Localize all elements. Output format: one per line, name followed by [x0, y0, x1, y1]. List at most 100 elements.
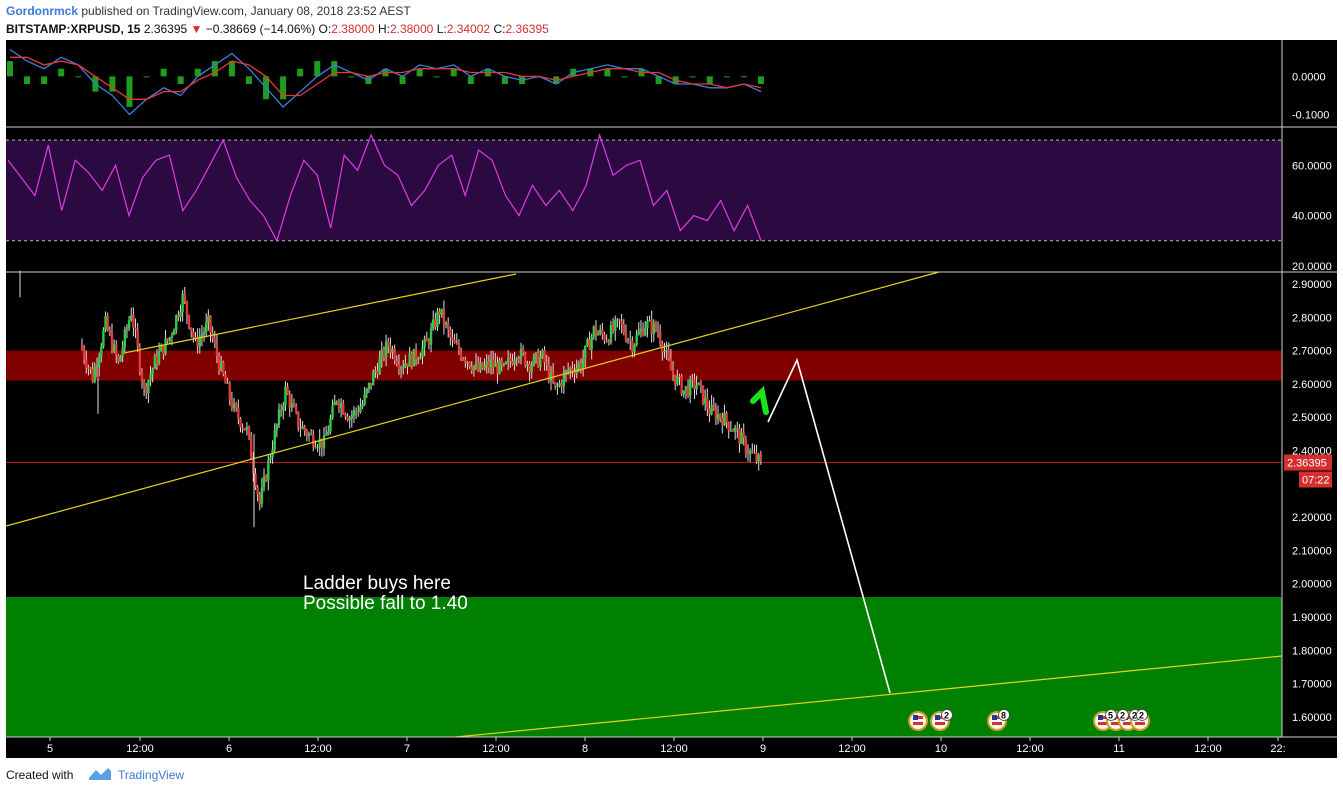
candle-body — [616, 319, 619, 321]
candle-body — [357, 411, 360, 413]
us-flag-stripe — [1135, 722, 1145, 725]
candle-body — [474, 362, 478, 366]
candle-body — [509, 358, 512, 362]
candle-body — [329, 418, 332, 432]
event-count-label: 2 — [1139, 711, 1144, 721]
candle-body — [299, 428, 302, 430]
candle-body — [449, 329, 452, 338]
macd-tick-label: -0.1000 — [1292, 110, 1329, 122]
candle-body — [436, 311, 439, 328]
event-count-label: 5 — [1108, 711, 1113, 721]
time-tick-label: 12:00 — [482, 743, 510, 755]
candle-body — [262, 476, 266, 488]
candle-body — [209, 315, 212, 333]
candle-body — [164, 338, 167, 355]
candle-body — [622, 324, 626, 334]
candle-body — [629, 339, 632, 341]
candle-body — [504, 362, 508, 364]
tradingview-link[interactable]: TradingView — [118, 768, 184, 782]
time-tick-label: 11 — [1113, 743, 1124, 755]
candle-body — [562, 373, 566, 387]
candle-body — [453, 339, 456, 344]
candle-body — [89, 367, 92, 370]
candle-body — [316, 447, 319, 449]
candle-body — [224, 374, 227, 384]
candle-body — [339, 403, 343, 408]
published-text: published on TradingView.com, January 08… — [81, 4, 411, 18]
candle-body — [151, 368, 154, 375]
candle-body — [87, 367, 90, 369]
candle-body — [256, 487, 259, 495]
macd-histogram-bar — [689, 76, 696, 78]
close-label: C: — [493, 22, 506, 36]
candle-body — [100, 346, 103, 357]
time-tick-label: 12:00 — [838, 743, 866, 755]
candle-body — [577, 362, 581, 368]
macd-histogram-bar — [7, 61, 13, 77]
candle-body — [543, 350, 546, 363]
candle-body — [292, 402, 296, 407]
candle-body — [312, 434, 315, 447]
candle-body — [676, 376, 679, 385]
candle-body — [175, 315, 178, 331]
candle-body — [485, 361, 488, 365]
candle-body — [607, 341, 611, 343]
candle-body — [162, 345, 165, 355]
candle-body — [177, 315, 180, 318]
macd-histogram-bar — [75, 76, 82, 78]
candle-body — [446, 322, 450, 330]
candle-body — [466, 362, 469, 364]
macd-histogram-bar — [758, 76, 764, 84]
candle-body — [479, 362, 482, 371]
candle-body — [455, 343, 458, 345]
candle-body — [399, 368, 403, 370]
macd-histogram-bar — [433, 76, 440, 78]
price-tick-label: 2.90000 — [1292, 279, 1332, 291]
candle-body — [464, 359, 467, 363]
candle-body — [393, 349, 396, 361]
candle-body — [290, 402, 294, 408]
chart-canvas[interactable]: Ladder buys herePossible fall to 1.40 2 8 5… — [6, 40, 1337, 758]
candle-body — [421, 347, 424, 358]
candle-body — [656, 330, 660, 332]
candle-body — [680, 376, 683, 395]
last-price-tag-label: 2.36395 — [1287, 458, 1327, 470]
tradingview-logo-icon — [89, 768, 111, 780]
candle-body — [307, 433, 311, 436]
candle-body — [708, 408, 711, 415]
candle-body — [157, 351, 161, 364]
candle-body — [115, 344, 118, 356]
symbol-label: BITSTAMP:XRPUSD, 15 — [6, 22, 141, 36]
candle-body — [215, 343, 219, 356]
candle-body — [230, 399, 234, 409]
candle-body — [753, 452, 756, 454]
rsi-band — [6, 140, 1282, 241]
candle-body — [108, 329, 112, 333]
close-value: 2.36395 — [505, 22, 549, 36]
candle-body — [434, 319, 437, 328]
candle-body — [198, 337, 201, 347]
candle-body — [592, 326, 596, 337]
candle-body — [566, 370, 570, 372]
candle-body — [534, 352, 538, 356]
event-count-label: 2 — [1120, 711, 1125, 721]
candle-body — [757, 454, 760, 462]
candle-body — [344, 414, 347, 417]
candle-body — [461, 358, 465, 360]
candle-body — [723, 412, 726, 426]
author-link[interactable]: Gordonrmck — [6, 4, 78, 18]
candle-body — [427, 341, 431, 345]
candle-body — [590, 336, 593, 350]
macd-histogram-bar — [41, 76, 48, 84]
candle-body — [609, 325, 613, 343]
candle-body — [637, 331, 640, 335]
candle-body — [511, 361, 514, 364]
candle-body — [414, 348, 418, 360]
candle-body — [742, 432, 745, 438]
candle-body — [620, 321, 623, 325]
candle-body — [633, 344, 636, 353]
candle-body — [472, 365, 476, 371]
low-value: 2.34002 — [446, 22, 491, 36]
candle-body — [586, 339, 589, 346]
candle-body — [102, 329, 105, 347]
